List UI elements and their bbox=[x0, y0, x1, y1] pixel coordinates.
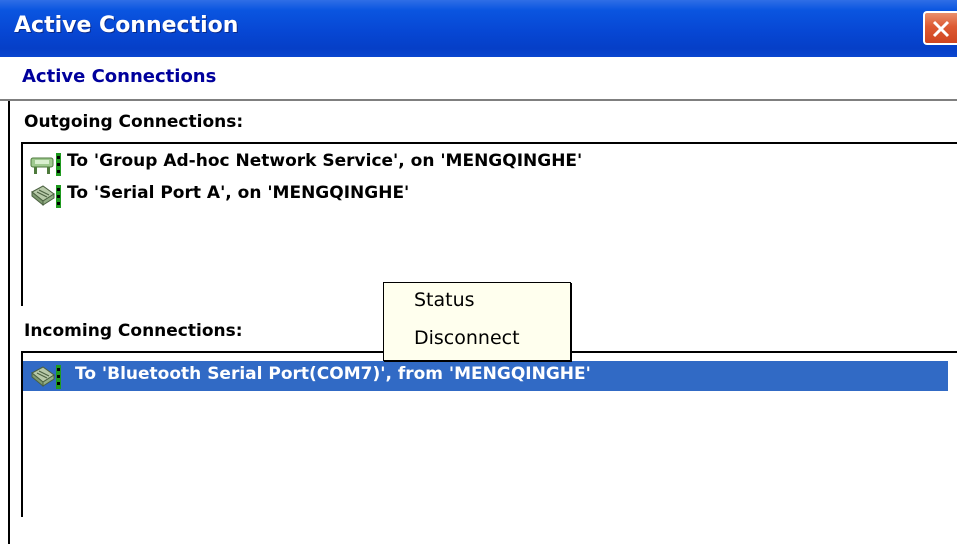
list-item[interactable]: To 'Serial Port A', on 'MENGQINGHE' bbox=[23, 180, 543, 210]
incoming-item-label: To 'Bluetooth Serial Port(COM7)', from '… bbox=[75, 364, 591, 384]
window-title: Active Connection bbox=[14, 13, 239, 38]
active-connection-window: Active Connection Active Connections Out… bbox=[0, 0, 957, 544]
outgoing-connections-label: Outgoing Connections: bbox=[24, 112, 244, 132]
list-item[interactable]: To 'Group Ad-hoc Network Service', on 'M… bbox=[23, 148, 723, 178]
page-title: Active Connections bbox=[22, 66, 217, 87]
list-item[interactable]: To 'Bluetooth Serial Port(COM7)', from '… bbox=[23, 361, 948, 391]
incoming-connections-label: Incoming Connections: bbox=[24, 321, 243, 341]
outgoing-item-label: To 'Serial Port A', on 'MENGQINGHE' bbox=[67, 183, 410, 203]
serial-port-connection-icon bbox=[29, 363, 63, 389]
menu-item-status[interactable]: Status bbox=[414, 289, 475, 311]
context-menu: Status Disconnect bbox=[383, 282, 571, 361]
close-button[interactable] bbox=[923, 11, 957, 45]
outgoing-item-label: To 'Group Ad-hoc Network Service', on 'M… bbox=[67, 151, 583, 171]
header-divider bbox=[0, 99, 957, 101]
menu-item-disconnect[interactable]: Disconnect bbox=[414, 327, 520, 349]
network-connection-icon bbox=[29, 150, 63, 176]
close-icon bbox=[932, 20, 950, 38]
serial-port-connection-icon bbox=[29, 182, 63, 208]
incoming-connections-list[interactable]: To 'Bluetooth Serial Port(COM7)', from '… bbox=[21, 351, 957, 517]
left-border bbox=[8, 101, 10, 544]
title-bar[interactable]: Active Connection bbox=[0, 0, 957, 57]
